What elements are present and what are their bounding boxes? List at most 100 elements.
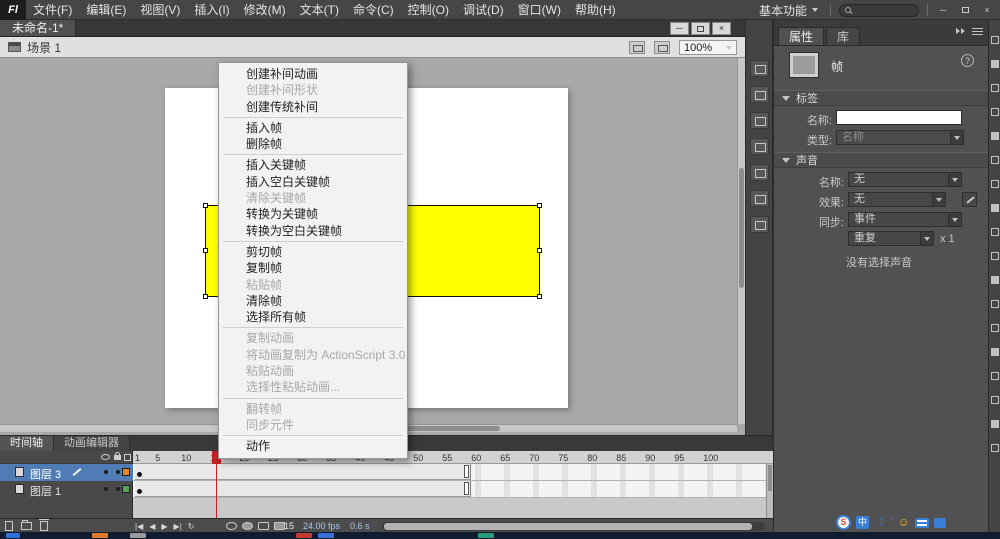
sound-sync-dropdown[interactable]: 事件 <box>848 212 962 227</box>
code-snippets-panel-icon[interactable] <box>750 190 769 207</box>
layer-row[interactable]: 图层 3 <box>0 464 133 481</box>
context-menu-item[interactable]: 动作 <box>220 438 406 454</box>
playback-button[interactable]: ↻ <box>188 522 195 531</box>
edit-scene-button[interactable] <box>629 41 645 54</box>
context-menu-item[interactable]: 选择所有帧 <box>220 309 406 325</box>
selection-handle[interactable] <box>537 203 542 208</box>
motion-presets-panel-icon[interactable] <box>750 216 769 233</box>
zoom-level-dropdown[interactable]: 100% <box>679 40 737 55</box>
repeat-count[interactable]: x1 <box>940 233 955 245</box>
minimize-button[interactable]: ─ <box>936 4 950 16</box>
playback-button[interactable]: ◀ <box>149 522 155 531</box>
timeline-vertical-scrollbar[interactable] <box>766 464 773 518</box>
center-frame-icon[interactable] <box>226 522 237 530</box>
pen-tool-icon[interactable] <box>991 156 999 164</box>
help-icon[interactable]: ? <box>961 54 974 67</box>
pencil-tool-icon[interactable] <box>991 252 999 260</box>
scrollbar-thumb[interactable] <box>739 168 744 288</box>
3d-rotation-tool-icon[interactable] <box>991 108 999 116</box>
deco-tool-icon[interactable] <box>991 300 999 308</box>
document-tab[interactable]: 未命名-1* <box>0 20 77 36</box>
onion-skin-outlines-icon[interactable] <box>258 522 269 530</box>
scene-name[interactable]: 场景 1 <box>27 39 61 56</box>
keyframe-dot[interactable] <box>137 472 142 477</box>
ime-mode-icon[interactable]: 中 <box>856 516 869 529</box>
menubar-menu[interactable]: 修改(M) <box>237 0 293 20</box>
current-frame-indicator[interactable]: 15 <box>284 521 294 531</box>
scrollbar-thumb[interactable] <box>384 523 752 530</box>
sound-name-dropdown[interactable]: 无 <box>848 172 962 187</box>
taskbar-item[interactable] <box>296 533 312 538</box>
restore-button[interactable] <box>958 4 972 16</box>
tab-motion-editor[interactable]: 动画编辑器 <box>54 436 130 451</box>
scrollbar-thumb[interactable] <box>768 465 772 491</box>
edit-symbols-button[interactable] <box>654 41 670 54</box>
ime-toolbox-icon[interactable] <box>933 517 946 528</box>
playback-button[interactable]: ▶| <box>174 522 182 531</box>
context-menu-item[interactable]: 复制帧 <box>220 260 406 276</box>
layer-lock-dot[interactable] <box>116 487 120 491</box>
layer-visibility-dot[interactable] <box>104 470 108 474</box>
new-folder-button[interactable] <box>21 520 32 530</box>
context-menu-item[interactable]: 插入关键帧 <box>220 157 406 173</box>
outline-all-layers-icon[interactable] <box>124 454 131 461</box>
paint-bucket-tool-icon[interactable] <box>991 348 999 356</box>
selection-handle[interactable] <box>203 294 208 299</box>
lock-all-layers-icon[interactable] <box>114 452 121 460</box>
frames-area[interactable]: 1510152025303540455055606570758085909510… <box>133 451 773 518</box>
brush-tool-icon[interactable] <box>991 276 999 284</box>
doc-restore-button[interactable] <box>691 22 710 35</box>
rectangle-tool-icon[interactable] <box>991 228 999 236</box>
zoom-tool-icon[interactable] <box>991 444 999 452</box>
stage-vertical-scrollbar[interactable] <box>737 58 745 424</box>
ime-punctuation-icon[interactable]: ’ <box>890 515 893 530</box>
tab-properties[interactable]: 属性 <box>778 27 825 45</box>
menubar-menu[interactable]: 帮助(H) <box>568 0 623 20</box>
layer-visibility-dot[interactable] <box>104 487 108 491</box>
sound-effect-dropdown[interactable]: 无 <box>848 192 946 207</box>
selection-handle[interactable] <box>537 294 542 299</box>
keyframe-dot[interactable] <box>137 489 142 494</box>
start-button[interactable] <box>6 533 20 538</box>
frame-row[interactable] <box>133 481 773 498</box>
search-input[interactable] <box>839 3 919 17</box>
eyedropper-tool-icon[interactable] <box>991 372 999 380</box>
frame-span[interactable] <box>135 464 472 480</box>
subselection-tool-icon[interactable] <box>991 60 999 68</box>
sound-repeat-dropdown[interactable]: 重复 <box>848 231 934 246</box>
ime-emoji-icon[interactable]: ☺ <box>897 515 909 530</box>
show-hide-all-layers-icon[interactable] <box>101 454 110 460</box>
menubar-menu[interactable]: 插入(I) <box>187 0 236 20</box>
sogou-logo-icon[interactable]: S <box>836 515 851 530</box>
transform-panel-icon[interactable] <box>750 164 769 181</box>
layer-row[interactable]: 图层 1 <box>0 481 133 498</box>
context-menu-item[interactable]: 创建传统补间 <box>220 99 406 115</box>
playback-button[interactable]: |◀ <box>135 522 143 531</box>
delete-layer-button[interactable] <box>39 519 49 531</box>
new-layer-button[interactable] <box>5 521 13 531</box>
line-tool-icon[interactable] <box>991 204 999 212</box>
context-menu-item[interactable]: 插入帧 <box>220 120 406 136</box>
collapse-to-icons-icon[interactable] <box>956 27 965 35</box>
section-collapse-icon[interactable] <box>782 95 790 101</box>
menubar-menu[interactable]: 调试(D) <box>456 0 511 20</box>
menubar-menu[interactable]: 控制(O) <box>401 0 456 20</box>
info-panel-icon[interactable] <box>750 86 769 103</box>
edit-sound-envelope-button[interactable] <box>962 192 977 207</box>
frame-rate-indicator[interactable]: 24.00 fps <box>303 521 340 531</box>
layer-outline-color-swatch[interactable] <box>122 485 130 493</box>
frame-end-marker[interactable] <box>464 465 470 478</box>
text-tool-icon[interactable] <box>991 180 999 188</box>
taskbar-item[interactable] <box>318 533 334 538</box>
menubar-menu[interactable]: 编辑(E) <box>79 0 133 20</box>
timeline-horizontal-scrollbar[interactable] <box>382 522 765 531</box>
layer-lock-dot[interactable] <box>116 470 120 474</box>
context-menu-item[interactable]: 创建补间动画 <box>220 66 406 82</box>
tab-library[interactable]: 库 <box>826 27 861 45</box>
context-menu-item[interactable]: 清除帧 <box>220 293 406 309</box>
frame-span[interactable] <box>135 481 472 497</box>
workspace-switcher-button[interactable]: 基本功能 <box>755 2 822 19</box>
layer-outline-color-swatch[interactable] <box>122 468 130 476</box>
context-menu-item[interactable]: 转换为关键帧 <box>220 206 406 222</box>
hand-tool-icon[interactable] <box>991 420 999 428</box>
